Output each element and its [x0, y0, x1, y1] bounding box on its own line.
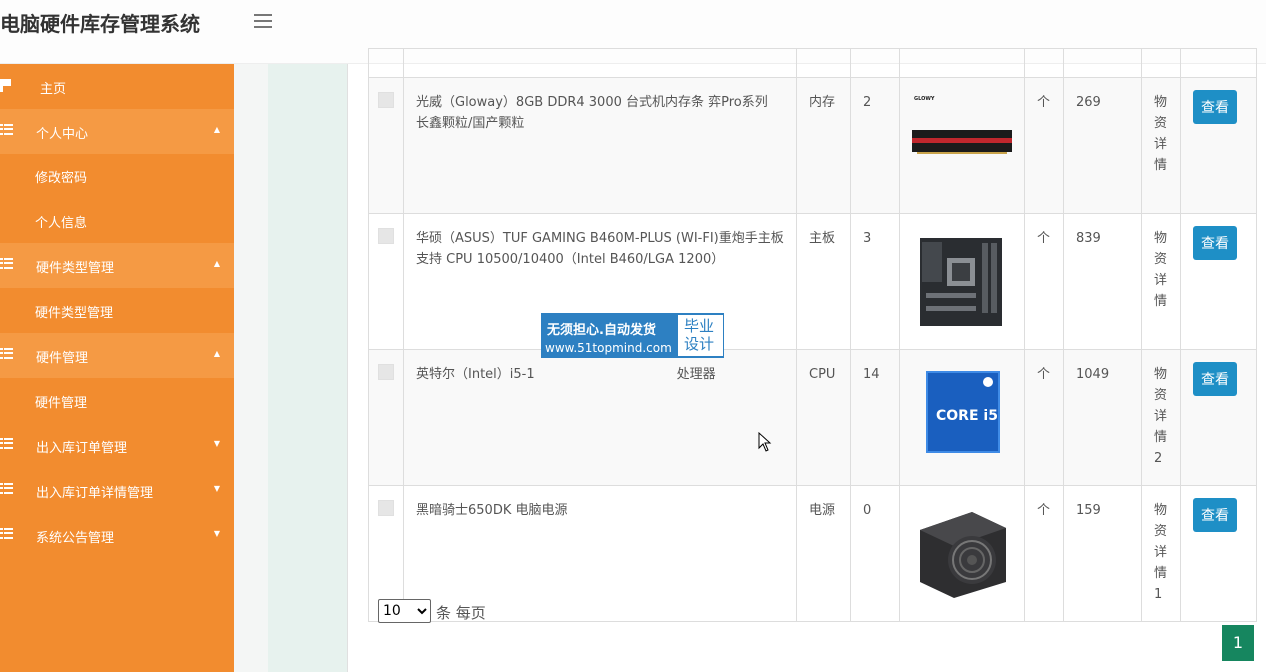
layout-gutter	[234, 64, 268, 672]
table-row: 黑暗骑士650DK 电脑电源 电源 0 个 159 物资详情1 查看	[368, 485, 1257, 622]
row-checkbox[interactable]	[378, 364, 394, 380]
sidebar-item-label: 个人中心	[36, 127, 89, 142]
grid-icon	[0, 124, 13, 136]
sidebar-item-hardware-management[interactable]: 硬件管理 ▲	[0, 333, 234, 378]
view-button[interactable]: 查看	[1193, 362, 1237, 396]
sidebar-item-label: 硬件类型管理	[36, 261, 115, 276]
price: 839	[1063, 213, 1142, 350]
layout-gutter	[268, 64, 348, 672]
hardware-name-tail: 处理器	[676, 367, 716, 382]
sidebar-item-hardware-sub[interactable]: 硬件管理	[0, 378, 234, 423]
hardware-table: 光威（Gloway）8GB DDR4 3000 台式机内存条 弈Pro系列 长鑫…	[368, 48, 1257, 622]
row-checkbox[interactable]	[378, 500, 394, 516]
chevron-down-icon: ▼	[213, 439, 220, 448]
hardware-quantity: 14	[850, 349, 900, 486]
hardware-type: 主板	[796, 213, 851, 350]
chevron-up-icon: ▲	[213, 125, 220, 134]
row-checkbox[interactable]	[378, 92, 394, 108]
sidebar-item-stock-order-management[interactable]: 出入库订单管理 ▼	[0, 423, 234, 468]
table-row	[368, 48, 1257, 78]
chevron-up-icon: ▲	[213, 349, 220, 358]
grid-icon	[0, 258, 13, 270]
chevron-down-icon: ▼	[213, 484, 220, 493]
hardware-type: 内存	[796, 77, 851, 214]
sidebar-item-label: 出入库订单管理	[36, 441, 128, 456]
sidebar-item-announcement-management[interactable]: 系统公告管理 ▼	[0, 513, 234, 558]
sidebar-item-hardware-type-management[interactable]: 硬件类型管理 ▲	[0, 243, 234, 288]
sidebar-item-hardware-type-sub[interactable]: 硬件类型管理	[0, 288, 234, 333]
sidebar-item-label: 系统公告管理	[36, 531, 115, 546]
table-row: 英特尔（Intel）i5-1 处理器 CPU 14 CORE i5 个 1049 …	[368, 349, 1257, 486]
motherboard-image	[912, 228, 1012, 328]
price: 269	[1063, 77, 1142, 214]
unit: 个	[1024, 485, 1064, 622]
table-row: 光威（Gloway）8GB DDR4 3000 台式机内存条 弈Pro系列 长鑫…	[368, 77, 1257, 214]
svg-text:GLOWY: GLOWY	[914, 96, 935, 102]
detail-text: 物资详情2	[1141, 349, 1181, 486]
detail-text: 物资详情	[1141, 213, 1181, 350]
sidebar-item-personal-center[interactable]: 个人中心 ▲	[0, 109, 234, 154]
ram-stick-image: GLOWY	[912, 92, 1012, 192]
sidebar-item-label: 修改密码	[35, 171, 88, 186]
sidebar-item-change-password[interactable]: 修改密码	[0, 153, 234, 198]
watermark-side-text: 毕业	[684, 317, 715, 335]
sidebar-item-personal-info[interactable]: 个人信息	[0, 198, 234, 243]
sidebar-item-label: 出入库订单详情管理	[36, 486, 154, 501]
detail-text: 物资详情	[1141, 77, 1181, 214]
watermark-text: 无须担心.自动发货	[547, 323, 656, 338]
hardware-quantity: 3	[850, 213, 900, 350]
unit: 个	[1024, 213, 1064, 350]
sidebar-item-stock-order-detail-management[interactable]: 出入库订单详情管理 ▼	[0, 468, 234, 513]
hardware-type: CPU	[796, 349, 851, 486]
grid-icon	[0, 348, 13, 360]
sidebar-item-label: 个人信息	[35, 216, 88, 231]
hardware-name: 光威（Gloway）8GB DDR4 3000 台式机内存条 弈Pro系列 长鑫…	[403, 77, 797, 214]
hardware-quantity: 0	[850, 485, 900, 622]
hamburger-icon[interactable]	[254, 14, 272, 30]
app-title: 电脑硬件库存管理系统	[0, 12, 200, 36]
power-supply-image	[912, 500, 1012, 600]
sidebar: 主页 个人中心 ▲ 修改密码 个人信息 硬件类型管理 ▲ 硬件类型管理 硬件管理…	[0, 64, 234, 672]
table-row: 华硕（ASUS）TUF GAMING B460M-PLUS (WI-FI)重炮手…	[368, 213, 1257, 350]
grid-icon	[0, 528, 13, 540]
sidebar-item-label: 硬件管理	[35, 396, 88, 411]
hardware-name: 英特尔（Intel）i5-1 处理器	[403, 349, 797, 486]
page-size-label: 条 每页	[436, 604, 486, 622]
view-button[interactable]: 查看	[1193, 90, 1237, 124]
price: 1049	[1063, 349, 1142, 486]
pagination-current-page[interactable]: 1	[1222, 625, 1254, 661]
view-button[interactable]: 查看	[1193, 498, 1237, 532]
sidebar-item-label: 硬件管理	[36, 351, 89, 366]
watermark-side-text: 设计	[684, 335, 715, 353]
hardware-quantity: 2	[850, 77, 900, 214]
row-checkbox[interactable]	[378, 228, 394, 244]
unit: 个	[1024, 77, 1064, 214]
mouse-cursor-icon	[758, 432, 772, 452]
watermark-banner: 无须担心.自动发货 www.51topmind.com 毕业 设计	[541, 313, 724, 358]
unit: 个	[1024, 349, 1064, 486]
sidebar-item-label: 主页	[40, 82, 67, 97]
price: 159	[1063, 485, 1142, 622]
hardware-type: 电源	[796, 485, 851, 622]
cpu-box-image: CORE i5	[912, 364, 1012, 464]
view-button[interactable]: 查看	[1193, 226, 1237, 260]
hardware-name-visible: 英特尔（Intel）i5-1	[416, 367, 535, 382]
grid-icon	[0, 483, 13, 495]
watermark-url: www.51topmind.com	[545, 341, 672, 355]
grid-icon	[0, 438, 13, 450]
chevron-down-icon: ▼	[213, 529, 220, 538]
sidebar-item-label: 硬件类型管理	[35, 306, 114, 321]
detail-text: 物资详情1	[1141, 485, 1181, 622]
sidebar-item-home[interactable]: 主页	[0, 64, 234, 109]
cpu-box-label: CORE i5	[936, 408, 998, 424]
chevron-up-icon: ▲	[213, 259, 220, 268]
flag-icon	[0, 79, 12, 92]
page-size-select[interactable]: 10	[378, 599, 431, 623]
